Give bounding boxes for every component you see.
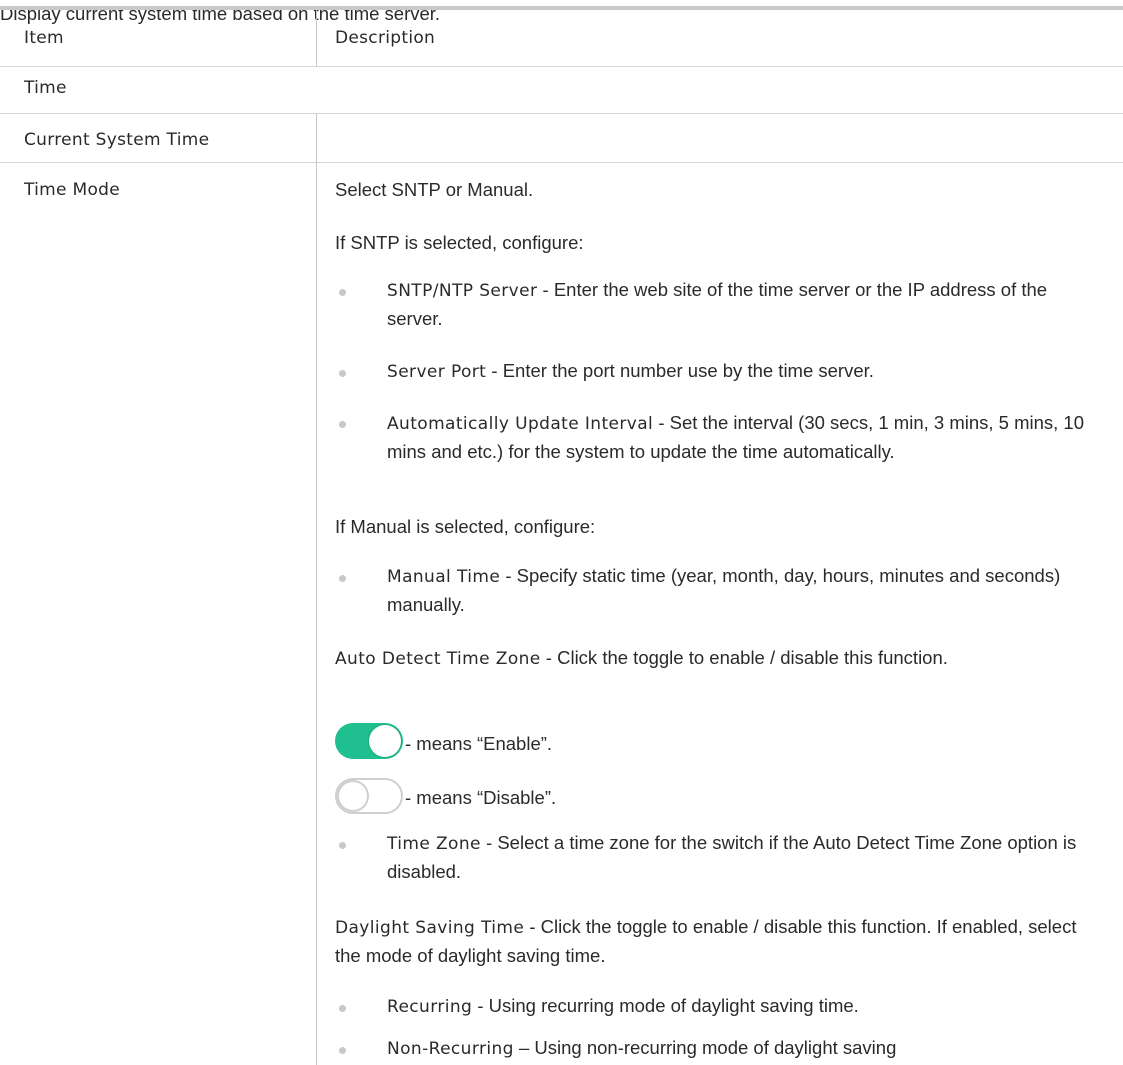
bullet xyxy=(339,842,346,849)
bullet xyxy=(339,421,346,428)
list-item-server-port: Server Port - Enter the port number use … xyxy=(387,360,874,382)
time-mode-intro: Select SNTP or Manual. xyxy=(335,179,534,200)
toggle-enable-note: - means “Enable”. xyxy=(405,733,553,754)
bullet xyxy=(339,289,346,296)
toggle-knob xyxy=(369,725,401,757)
list-item-recurring: Recurring - Using recurring mode of dayl… xyxy=(387,995,859,1017)
list-item-update-interval: Automatically Update Interval - Set the … xyxy=(387,412,1084,462)
toggle-enabled-example xyxy=(335,723,403,759)
bullet xyxy=(339,1047,346,1054)
column-divider xyxy=(316,113,317,162)
header-description: Description xyxy=(335,28,436,48)
row-divider xyxy=(0,66,1123,67)
row-divider xyxy=(0,162,1123,163)
toggle-disable-note: - means “Disable”. xyxy=(405,787,557,808)
bullet xyxy=(339,1005,346,1012)
list-item-time-zone: Time Zone - Select a time zone for the s… xyxy=(387,832,1077,882)
row-divider xyxy=(0,113,1123,114)
row-item-current-system-time: Current System Time xyxy=(24,130,210,150)
list-item-manual-time: Manual Time - Specify static time (year,… xyxy=(387,565,1061,615)
info-table: Item Description Time Current System Tim… xyxy=(0,0,1123,1065)
toggle-knob xyxy=(337,780,369,812)
sntp-intro: If SNTP is selected, configure: xyxy=(335,232,584,253)
column-divider xyxy=(316,10,317,66)
bullet xyxy=(339,370,346,377)
section-title: Time xyxy=(24,78,67,98)
list-item-non-recurring: Non-Recurring – Using non-recurring mode… xyxy=(387,1037,897,1059)
table-top-rule xyxy=(0,6,1123,10)
daylight-saving-description: Daylight Saving Time - Click the toggle … xyxy=(335,916,1077,966)
list-item-sntp-server: SNTP/NTP Server - Enter the web site of … xyxy=(387,279,1048,329)
row-description-current-system-time: Display current system time based on the… xyxy=(0,3,441,24)
auto-detect-description: Auto Detect Time Zone - Click the toggle… xyxy=(335,647,948,669)
header-item: Item xyxy=(24,28,64,48)
toggle-disabled-example xyxy=(335,778,403,814)
manual-intro: If Manual is selected, configure: xyxy=(335,516,596,537)
row-item-time-mode: Time Mode xyxy=(24,180,121,200)
column-divider xyxy=(316,162,317,1065)
bullet xyxy=(339,575,346,582)
